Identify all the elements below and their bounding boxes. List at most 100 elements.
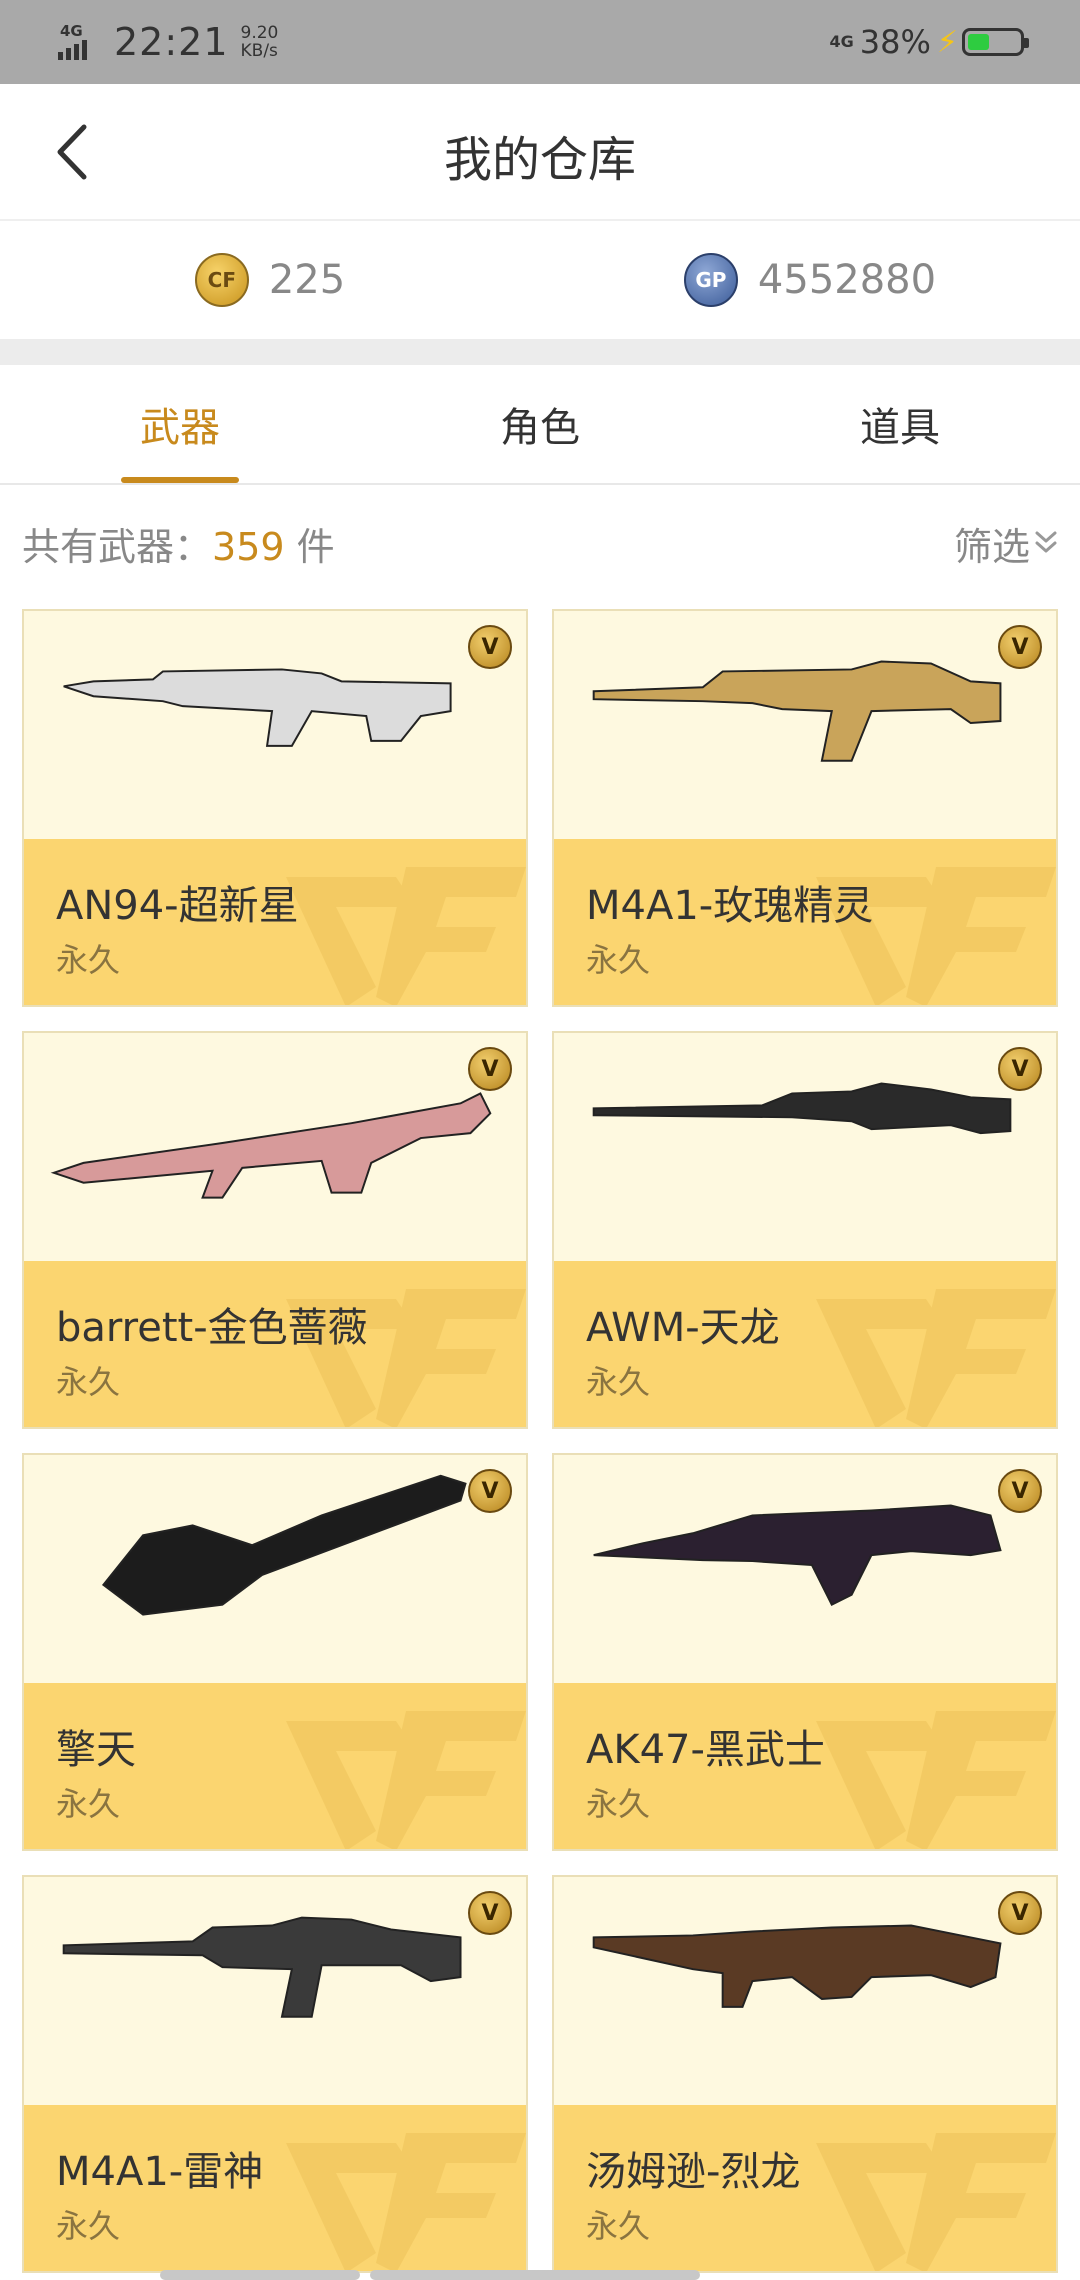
gp-balance-value: 4552880 (757, 257, 937, 303)
scroll-indicator (160, 2270, 360, 2280)
vip-badge-icon: V (998, 625, 1042, 669)
cf-watermark-icon (816, 1711, 1056, 1849)
weapon-card[interactable]: V AN94-超新星永久 (22, 609, 528, 1007)
app-header: 我的仓库 (0, 84, 1080, 220)
double-chevron-down-icon (1035, 531, 1057, 553)
weapon-image: V (554, 611, 1056, 839)
tab-weapons[interactable]: 武器 (0, 365, 360, 483)
network-speed: 9.20 KB/s (241, 24, 279, 60)
summary-row: 共有武器：359 件 筛选 (22, 487, 1058, 599)
weapon-silhouette-icon (62, 1916, 462, 2018)
weapon-image: V (24, 1455, 526, 1683)
weapon-shape (63, 668, 452, 747)
weapon-silhouette-icon (592, 1924, 1002, 2008)
section-separator (0, 339, 1080, 365)
weapon-shape (62, 1916, 462, 2018)
cf-coin-icon: CF (194, 253, 249, 307)
weapon-name: M4A1-雷神 (56, 2149, 264, 2195)
count-prefix: 共有武器： (22, 524, 213, 569)
vip-badge-icon: V (468, 625, 512, 669)
vip-badge-icon: V (998, 1469, 1042, 1513)
weapon-silhouette-icon (63, 668, 452, 747)
weapon-shape (101, 1474, 467, 1616)
filter-button[interactable]: 筛选 (954, 516, 1058, 571)
weapon-info: M4A1-玫瑰精灵永久 (554, 839, 1056, 1005)
weapon-shape (593, 1504, 1002, 1607)
vip-badge-icon: V (468, 1047, 512, 1091)
weapon-card[interactable]: V M4A1-雷神永久 (22, 1875, 528, 2273)
vip-badge-icon: V (468, 1891, 512, 1935)
weapon-info: AN94-超新星永久 (24, 839, 526, 1005)
weapon-card[interactable]: V 擎天永久 (22, 1453, 528, 1851)
vip-badge-icon: V (468, 1469, 512, 1513)
page-title: 我的仓库 (443, 132, 636, 188)
network-type-right: 4G (829, 32, 854, 51)
cf-watermark-icon (816, 2133, 1056, 2271)
weapon-info: AK47-黑武士永久 (554, 1683, 1056, 1849)
weapon-term: 永久 (56, 941, 121, 979)
weapon-image: V (554, 1455, 1056, 1683)
weapon-term: 永久 (586, 1363, 651, 1401)
status-bar: 4G 22:21 9.20 KB/s 4G 38% ⚡ (0, 0, 1080, 84)
clock: 22:21 (114, 20, 229, 64)
weapon-name: AK47-黑武士 (586, 1727, 825, 1773)
battery-percent: 38% (859, 23, 931, 61)
filter-label: 筛选 (953, 524, 1030, 569)
weapon-name: barrett-金色蔷薇 (56, 1305, 368, 1351)
weapon-term: 永久 (586, 2207, 651, 2245)
network-type: 4G (60, 22, 83, 40)
count-number: 359 (212, 524, 285, 569)
weapon-card[interactable]: V AK47-黑武士永久 (552, 1453, 1058, 1851)
weapon-shape (50, 1092, 492, 1199)
weapon-silhouette-icon (592, 1082, 1012, 1135)
cf-watermark-icon (286, 867, 526, 1005)
vip-badge-icon: V (998, 1891, 1042, 1935)
weapon-shape (592, 660, 1002, 762)
weapon-silhouette-icon (50, 1092, 492, 1199)
currency-bar: CF 225 GP 4552880 (0, 221, 1080, 339)
cf-watermark-icon (816, 1289, 1056, 1427)
weapon-card[interactable]: Vbarrett-金色蔷薇 永久 (22, 1031, 528, 1429)
weapon-image: V (554, 1033, 1056, 1261)
weapon-silhouette-icon (101, 1474, 467, 1616)
speed-unit: KB/s (240, 41, 278, 61)
weapon-name: AN94-超新星 (56, 883, 299, 929)
weapon-name: M4A1-玫瑰精灵 (586, 883, 874, 929)
weapon-name: 汤姆逊-烈龙 (586, 2149, 801, 2195)
charging-icon: ⚡ (936, 24, 958, 60)
scroll-indicator-secondary (370, 2270, 700, 2280)
gp-balance: GP 4552880 (540, 221, 1080, 339)
weapon-card[interactable]: V 汤姆逊-烈龙永久 (552, 1875, 1058, 2273)
count-suffix: 件 (284, 524, 335, 569)
weapon-info: M4A1-雷神永久 (24, 2105, 526, 2271)
weapon-term: 永久 (56, 1785, 121, 1823)
gp-coin-icon: GP (683, 253, 738, 307)
weapon-count: 共有武器：359 件 (22, 516, 335, 571)
category-tabs: 武器 角色 道具 (0, 365, 1080, 485)
weapon-image: V (24, 1877, 526, 2105)
weapon-term: 永久 (586, 1785, 651, 1823)
weapon-shape (592, 1082, 1012, 1135)
cf-coin-symbol: CF (207, 268, 236, 292)
weapon-image: V (24, 611, 526, 839)
weapon-image: V (554, 1877, 1056, 2105)
cf-watermark-icon (286, 2133, 526, 2271)
weapon-info: 汤姆逊-烈龙永久 (554, 2105, 1056, 2271)
weapon-card[interactable]: V M4A1-玫瑰精灵永久 (552, 609, 1058, 1007)
weapon-name: AWM-天龙 (586, 1305, 780, 1351)
tab-items[interactable]: 道具 (720, 365, 1080, 483)
weapon-term: 永久 (586, 941, 651, 979)
vip-badge-icon: V (998, 1047, 1042, 1091)
tab-characters[interactable]: 角色 (360, 365, 720, 483)
gp-coin-symbol: GP (695, 268, 727, 292)
signal-icon: 4G (58, 22, 102, 62)
weapon-silhouette-icon (592, 660, 1002, 762)
weapon-info: 擎天 永久 (24, 1683, 526, 1849)
weapon-card[interactable]: V AWM-天龙永久 (552, 1031, 1058, 1429)
cf-balance-value: 225 (268, 257, 346, 303)
weapon-grid: V AN94-超新星 永久 V M4A1-玫瑰精灵 永久 Vbarrett-金色蔷薇 永久 V A… (22, 609, 1058, 2273)
weapon-name: 擎天 (56, 1727, 136, 1773)
cf-watermark-icon (286, 1711, 526, 1849)
weapon-info: AWM-天龙永久 (554, 1261, 1056, 1427)
weapon-term: 永久 (56, 2207, 121, 2245)
